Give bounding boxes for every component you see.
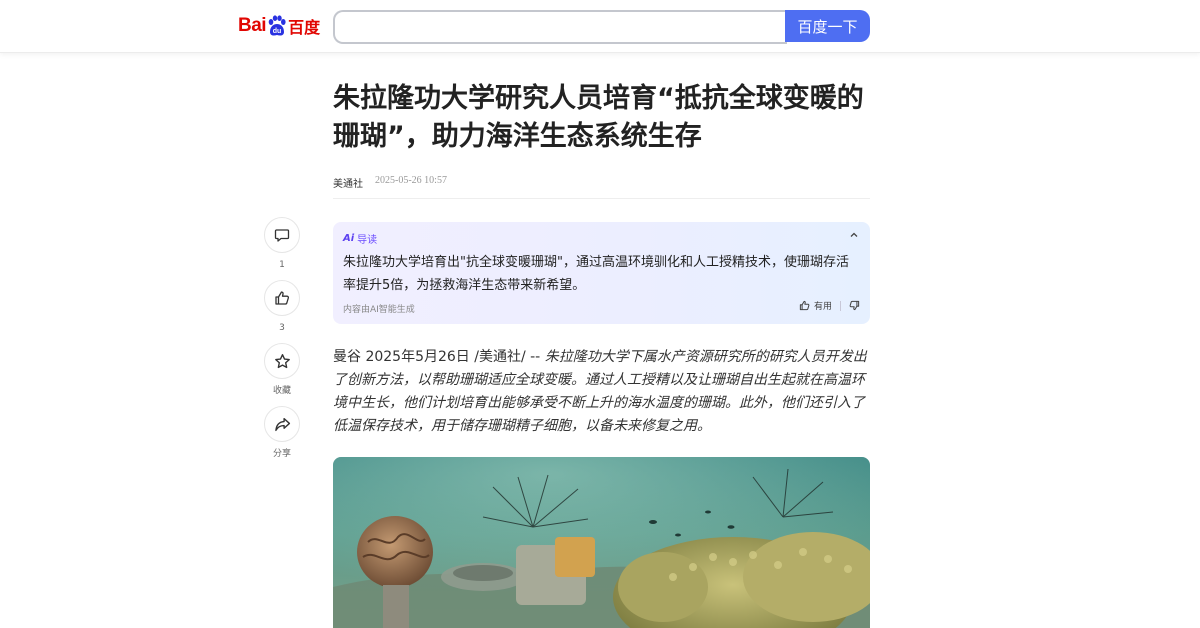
search-button[interactable]: 百度一下 bbox=[785, 10, 870, 42]
ai-summary-box: Ai 导读 朱拉隆功大学培育出"抗全球变暖珊瑚"，通过高温环境驯化和人工授精技术… bbox=[333, 222, 870, 324]
ai-summary-text: 朱拉隆功大学培育出"抗全球变暖珊瑚"，通过高温环境驯化和人工授精技术，使珊瑚存活… bbox=[343, 255, 849, 293]
ai-summary-header: Ai 导读 bbox=[343, 231, 377, 246]
logo-text-bai: Bai bbox=[238, 15, 267, 36]
article-source[interactable]: 美通社 bbox=[333, 175, 363, 190]
feedback-divider bbox=[840, 300, 841, 311]
favorite-label: 收藏 bbox=[272, 386, 291, 396]
meta-divider bbox=[333, 198, 870, 199]
thumbs-up-icon[interactable] bbox=[799, 300, 810, 311]
article-timestamp: 2025-05-26 10:57 bbox=[375, 175, 447, 186]
thumbs-down-icon[interactable] bbox=[849, 300, 860, 311]
ai-feedback: 有用 bbox=[799, 299, 860, 312]
favorite-action[interactable]: 收藏 bbox=[262, 343, 302, 397]
star-icon bbox=[274, 353, 290, 368]
coral-reef-image bbox=[333, 457, 870, 628]
logo-text-du: du bbox=[273, 28, 282, 35]
thumbs-up-icon bbox=[275, 291, 290, 305]
article-photo[interactable] bbox=[333, 457, 870, 628]
article-lead-paragraph: 曼谷 2025年5月26日 /美通社/ -- 朱拉隆功大学下属水产资源研究所的研… bbox=[333, 346, 870, 438]
comment-button[interactable] bbox=[264, 217, 300, 253]
lead-dateline: 曼谷 2025年5月26日 /美通社/ -- bbox=[333, 349, 545, 365]
share-button[interactable] bbox=[264, 406, 300, 442]
comment-count: 1 bbox=[279, 260, 285, 270]
useful-label[interactable]: 有用 bbox=[814, 299, 832, 312]
ai-summary-heading: 导读 bbox=[357, 235, 378, 246]
comment-action[interactable]: 1 bbox=[262, 217, 302, 271]
comment-icon bbox=[274, 229, 290, 242]
ai-badge-icon: Ai bbox=[343, 233, 355, 244]
top-bar: Bai du 百度 百度一下 bbox=[0, 0, 1200, 53]
baidu-logo[interactable]: Bai du 百度 bbox=[238, 13, 320, 39]
article-meta: 美通社 2025-05-26 10:57 bbox=[333, 175, 447, 190]
like-button[interactable] bbox=[264, 280, 300, 316]
share-label: 分享 bbox=[272, 449, 291, 459]
logo-text-cn: 百度 bbox=[288, 18, 321, 37]
like-count: 3 bbox=[279, 323, 285, 333]
chevron-up-icon[interactable] bbox=[848, 230, 860, 242]
share-action[interactable]: 分享 bbox=[262, 406, 302, 460]
like-action[interactable]: 3 bbox=[262, 280, 302, 334]
article-title: 朱拉隆功大学研究人员培育“抵抗全球变暖的珊瑚”，助力海洋生态系统生存 bbox=[333, 83, 864, 152]
share-icon bbox=[274, 417, 290, 431]
favorite-button[interactable] bbox=[264, 343, 300, 379]
paw-icon: du bbox=[268, 15, 286, 36]
ai-summary-footer: 内容由AI智能生成 bbox=[343, 305, 415, 315]
collapse-chevron-svg bbox=[850, 232, 858, 237]
search-input[interactable] bbox=[333, 10, 787, 44]
